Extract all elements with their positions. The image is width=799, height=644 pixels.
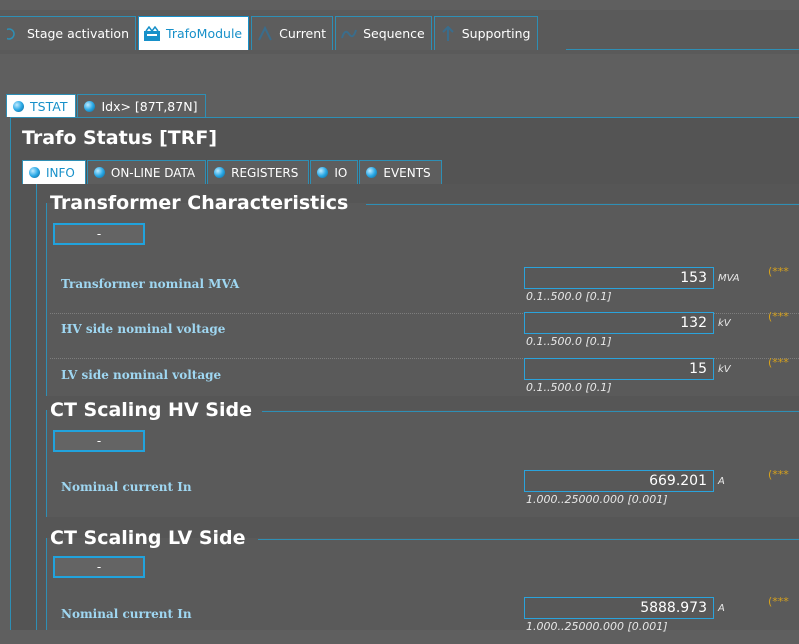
status-dot-icon [29, 167, 40, 178]
section-divider [258, 539, 799, 540]
unit-label: A [718, 603, 725, 614]
tab-registers[interactable]: REGISTERS [207, 160, 310, 184]
range-hint: 0.1..500.0 [0.1] [526, 290, 612, 303]
field-row-hv-voltage: HV side nominal voltage 132 kV 0.1..500.… [50, 310, 799, 359]
collapse-button[interactable]: - [53, 223, 145, 245]
tab-label: Current [279, 26, 327, 41]
range-hint: 1.000..25000.000 [0.001] [526, 620, 668, 633]
tab-label: REGISTERS [231, 165, 299, 180]
tab-label: Stage activation [27, 26, 130, 41]
field-label: LV side nominal voltage [61, 368, 222, 382]
field-label: Nominal current In [61, 607, 192, 621]
tab-label: Sequence [363, 26, 425, 41]
tab-current[interactable]: Current [251, 16, 334, 50]
tab-bar-underline [566, 49, 799, 50]
tab-label: TSTAT [30, 98, 68, 114]
tab-online-data[interactable]: ON-LINE DATA [86, 160, 207, 184]
status-dot-icon [317, 167, 329, 178]
tab-label: Supporting [461, 26, 531, 41]
field-row-hv-nominal-current: Nominal current In 669.201 A 1.000..2500… [50, 468, 799, 517]
collapse-button[interactable]: - [53, 430, 145, 452]
info-tab-bar: INFO ON-LINE DATA REGISTERS IO EVENTS [22, 160, 443, 184]
field-label: HV side nominal voltage [61, 322, 226, 336]
tab-stage-activation[interactable]: Stage activation [0, 16, 137, 50]
transformer-mva-input[interactable]: 153 [524, 267, 714, 289]
section-divider [262, 411, 799, 412]
tab-label: TrafoModule [166, 26, 243, 41]
top-tab-bar: Stage activation TrafoModule Current Seq… [0, 16, 540, 50]
hv-nominal-current-input[interactable]: 669.201 [524, 470, 714, 492]
required-marker: (*** [768, 310, 789, 323]
tab-tstat[interactable]: TSTAT [6, 94, 77, 117]
tab-supporting[interactable]: Supporting [433, 16, 538, 50]
page-title: Trafo Status [TRF] [22, 127, 218, 149]
tab-label: Idx> [87T,87N] [101, 98, 198, 114]
tab-idx[interactable]: Idx> [87T,87N] [77, 94, 207, 117]
status-dot-icon [214, 167, 226, 178]
tab-info[interactable]: INFO [22, 160, 86, 184]
required-marker: (*** [768, 265, 789, 278]
range-hint: 0.1..500.0 [0.1] [526, 335, 612, 348]
stage-activation-icon [4, 25, 22, 43]
unit-label: A [718, 476, 725, 487]
tab-label: INFO [46, 165, 75, 180]
unit-label: kV [718, 364, 731, 375]
range-hint: 0.1..500.0 [0.1] [526, 381, 612, 394]
field-row-lv-nominal-current: Nominal current In 5888.973 A 1.000..250… [50, 595, 799, 644]
collapse-button[interactable]: - [53, 556, 145, 578]
sequence-icon [340, 25, 358, 43]
required-marker: (*** [768, 595, 789, 608]
field-row-transformer-mva: Transformer nominal MVA 153 MVA 0.1..500… [50, 265, 799, 314]
required-marker: (*** [768, 468, 789, 481]
trafo-module-icon [143, 25, 161, 43]
status-dot-icon [84, 100, 96, 112]
tab-label: ON-LINE DATA [110, 165, 196, 180]
status-dot-icon [366, 167, 378, 178]
lv-nominal-current-input[interactable]: 5888.973 [524, 597, 714, 619]
tab-trafo-module[interactable]: TrafoModule [138, 16, 250, 50]
sub-tab-bar: TSTAT Idx> [87T,87N] [6, 94, 207, 117]
unit-label: kV [718, 318, 731, 329]
section-divider [366, 204, 799, 205]
field-label: Nominal current In [61, 480, 192, 494]
section-title: CT Scaling HV Side [50, 399, 252, 421]
status-dot-icon [13, 100, 24, 112]
field-label: Transformer nominal MVA [61, 277, 240, 291]
status-dot-icon [93, 167, 105, 178]
tab-label: IO [334, 165, 348, 180]
section-title: CT Scaling LV Side [50, 527, 246, 549]
tab-io[interactable]: IO [310, 160, 359, 184]
lv-voltage-input[interactable]: 15 [524, 358, 714, 380]
tab-events[interactable]: EVENTS [359, 160, 442, 184]
current-icon [256, 25, 274, 43]
range-hint: 1.000..25000.000 [0.001] [526, 493, 668, 506]
required-marker: (*** [768, 356, 789, 369]
supporting-icon [439, 25, 457, 43]
tab-label: EVENTS [383, 165, 431, 180]
hv-voltage-input[interactable]: 132 [524, 312, 714, 334]
unit-label: MVA [718, 273, 740, 284]
section-title: Transformer Characteristics [50, 192, 349, 214]
tab-sequence[interactable]: Sequence [335, 16, 432, 50]
